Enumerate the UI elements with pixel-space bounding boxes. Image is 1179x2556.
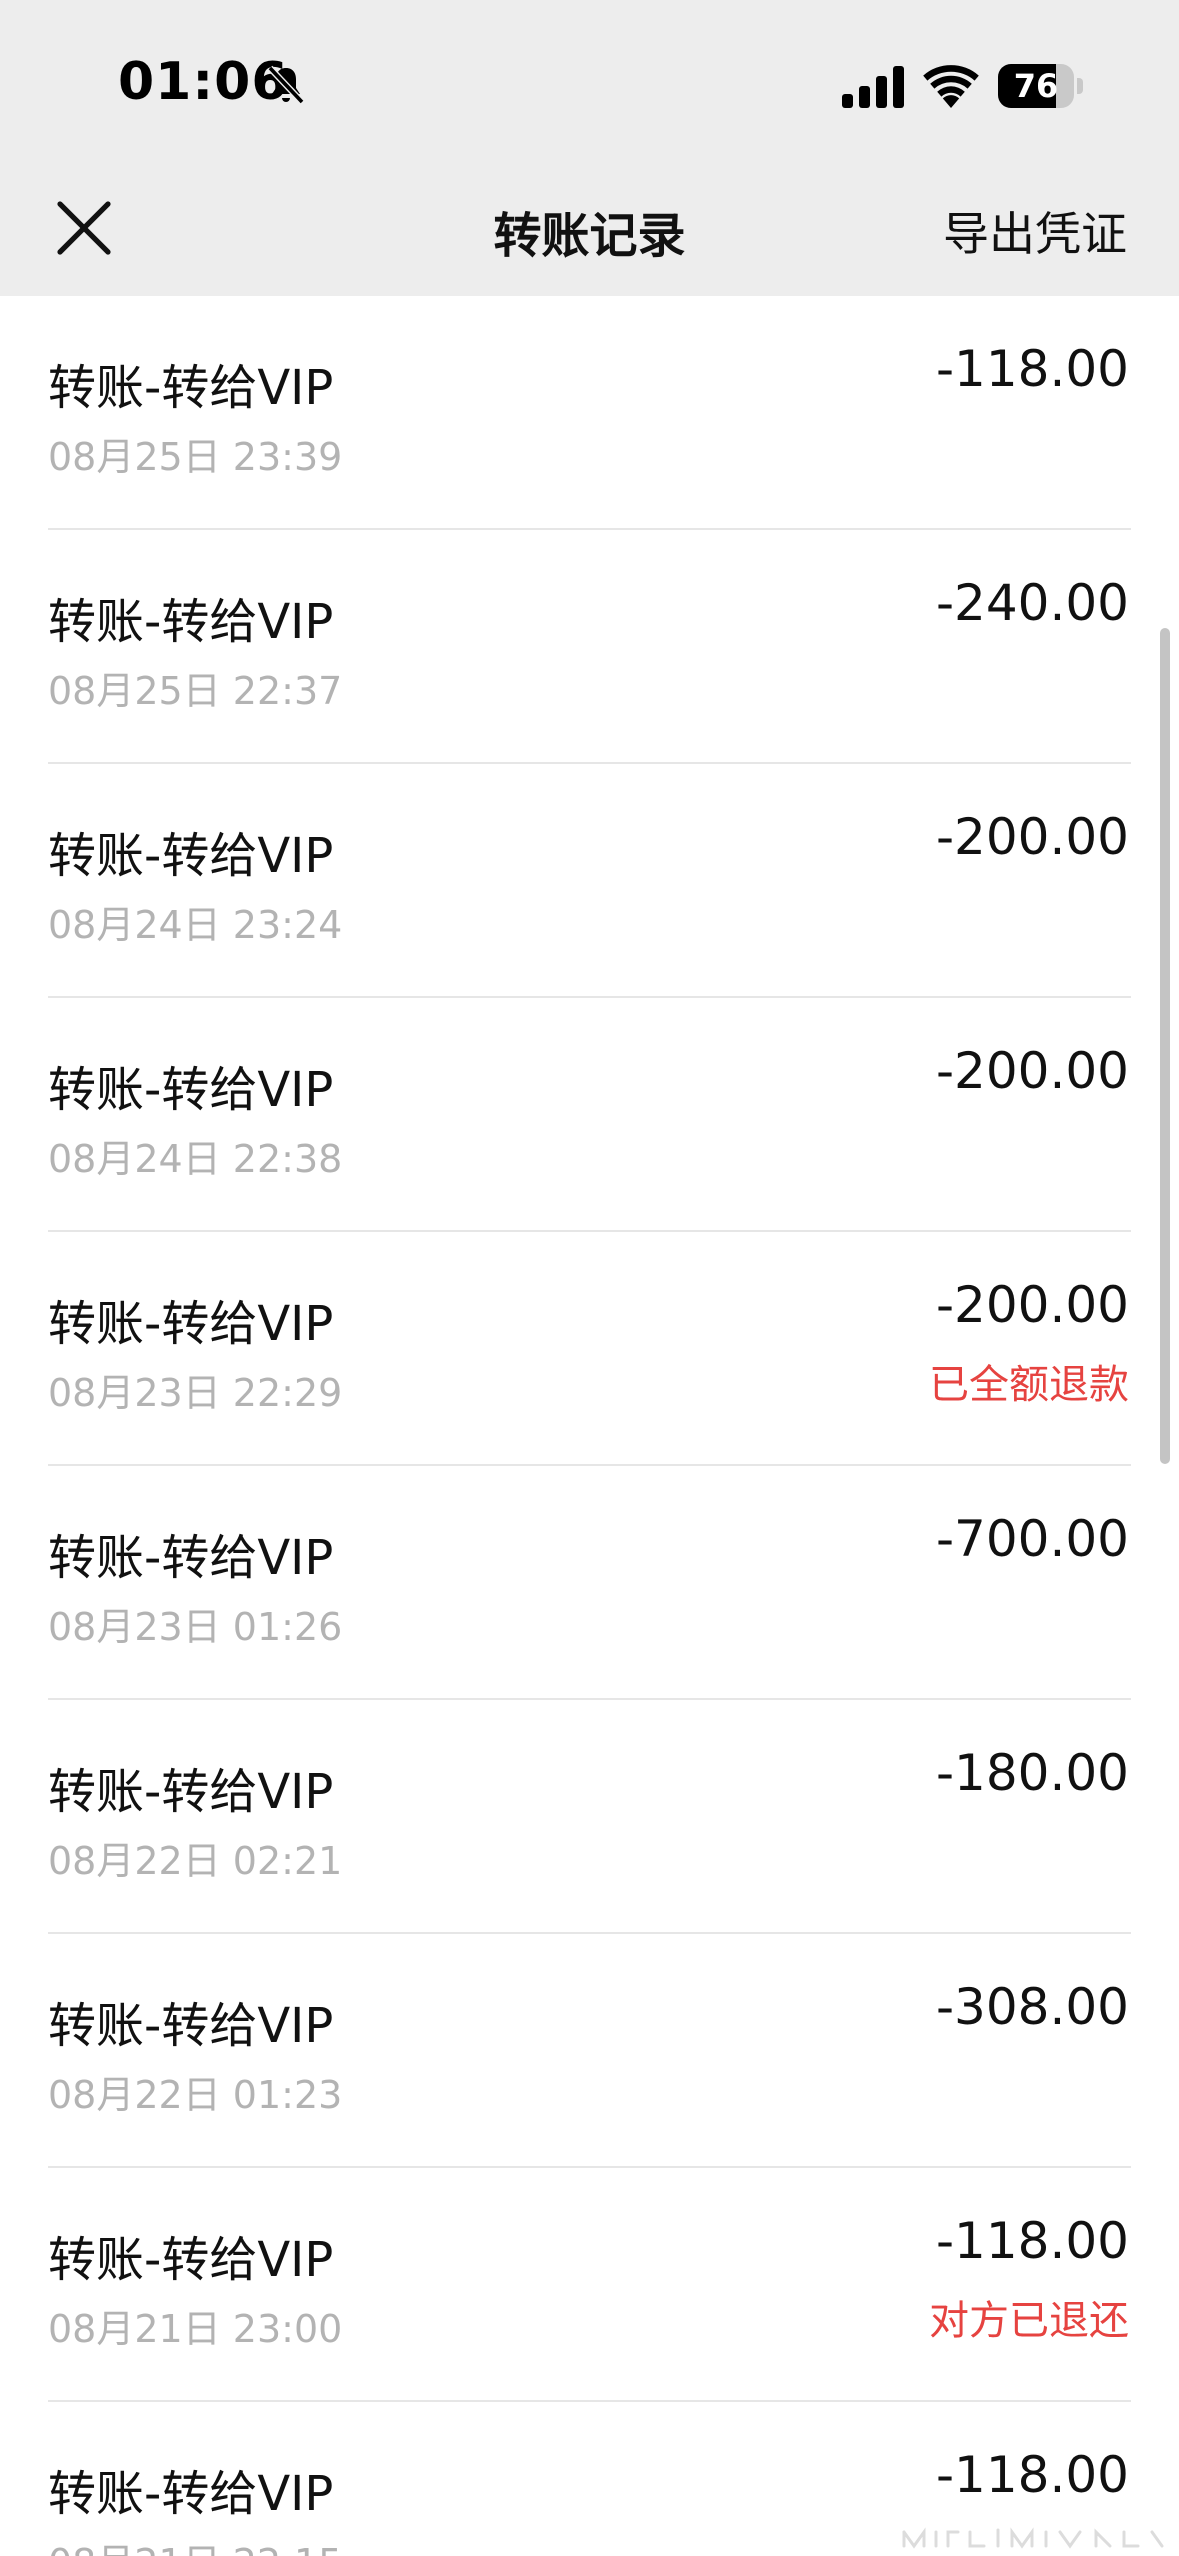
export-voucher-button[interactable]: 导出凭证 <box>943 198 1127 264</box>
transaction-row[interactable]: 转账-转给VIP 08月24日 22:38 -200.00 <box>0 998 1179 1232</box>
transaction-row[interactable]: 转账-转给VIP 08月24日 23:24 -200.00 <box>0 764 1179 998</box>
transaction-amount: -700.00 <box>936 1510 1129 1568</box>
transaction-title: 转账-转给VIP <box>48 1296 334 1352</box>
wifi-icon <box>923 65 979 108</box>
transaction-title: 转账-转给VIP <box>48 2232 334 2288</box>
transaction-time: 08月25日 23:39 <box>48 435 343 479</box>
transaction-amount: -308.00 <box>936 1978 1129 2036</box>
transaction-title: 转账-转给VIP <box>48 1530 334 1586</box>
transaction-amount: -200.00 <box>936 1042 1129 1100</box>
transaction-time: 08月23日 01:26 <box>48 1605 343 1649</box>
transaction-time: 08月22日 02:21 <box>48 1839 343 1883</box>
transaction-title: 转账-转给VIP <box>48 1764 334 1820</box>
battery-tip <box>1077 78 1083 94</box>
watermark <box>902 2527 1164 2549</box>
cellular-signal-icon <box>842 66 904 108</box>
transaction-row[interactable]: 转账-转给VIP 08月22日 02:21 -180.00 <box>0 1700 1179 1934</box>
transaction-title: 转账-转给VIP <box>48 828 334 884</box>
transaction-amount: -118.00 <box>936 340 1129 398</box>
transaction-amount: -240.00 <box>936 574 1129 632</box>
transaction-title: 转账-转给VIP <box>48 1998 334 2054</box>
transaction-amount: -118.00 <box>936 2446 1129 2504</box>
nav-bar: 转账记录 导出凭证 <box>0 160 1179 296</box>
transaction-time: 08月24日 22:38 <box>48 1137 343 1181</box>
transaction-time: 08月23日 22:29 <box>48 1371 343 1415</box>
transaction-title: 转账-转给VIP <box>48 360 334 416</box>
transaction-time: 08月21日 23:00 <box>48 2307 343 2351</box>
transaction-title: 转账-转给VIP <box>48 594 334 650</box>
transaction-title: 转账-转给VIP <box>48 1062 334 1118</box>
transaction-status: 对方已退还 <box>929 2298 1129 2344</box>
transaction-row[interactable]: 转账-转给VIP 08月23日 22:29 -200.00 已全额退款 <box>0 1232 1179 1466</box>
transaction-time: 08月21日 22:15 <box>48 2532 342 2556</box>
transaction-time: 08月22日 01:23 <box>48 2073 343 2117</box>
status-bar: 01:06 76 <box>0 0 1179 160</box>
transaction-row[interactable]: 转账-转给VIP 08月25日 23:39 -118.00 <box>0 296 1179 530</box>
scrollbar[interactable] <box>1160 628 1170 1464</box>
transaction-list: 转账-转给VIP 08月25日 23:39 -118.00 转账-转给VIP 08月25… <box>0 296 1179 2556</box>
transaction-amount: -180.00 <box>936 1744 1129 1802</box>
transaction-row[interactable]: 转账-转给VIP 08月21日 23:00 -118.00 对方已退还 <box>0 2168 1179 2402</box>
transaction-time: 08月25日 22:37 <box>48 669 343 713</box>
bell-muted-icon <box>267 65 305 105</box>
transaction-time: 08月24日 23:24 <box>48 903 343 947</box>
battery-icon: 76 <box>998 64 1074 108</box>
transaction-status: 已全额退款 <box>929 1362 1129 1408</box>
transaction-row[interactable]: 转账-转给VIP 08月23日 01:26 -700.00 <box>0 1466 1179 1700</box>
transaction-row[interactable]: 转账-转给VIP 08月25日 22:37 -240.00 <box>0 530 1179 764</box>
transaction-row[interactable]: 转账-转给VIP 08月22日 01:23 -308.00 <box>0 1934 1179 2168</box>
transaction-amount: -200.00 <box>936 808 1129 866</box>
transaction-amount: -118.00 <box>936 2212 1129 2270</box>
transaction-title: 转账-转给VIP <box>48 2466 334 2522</box>
transaction-amount: -200.00 <box>936 1276 1129 1334</box>
battery-level: 76 <box>1013 67 1059 105</box>
